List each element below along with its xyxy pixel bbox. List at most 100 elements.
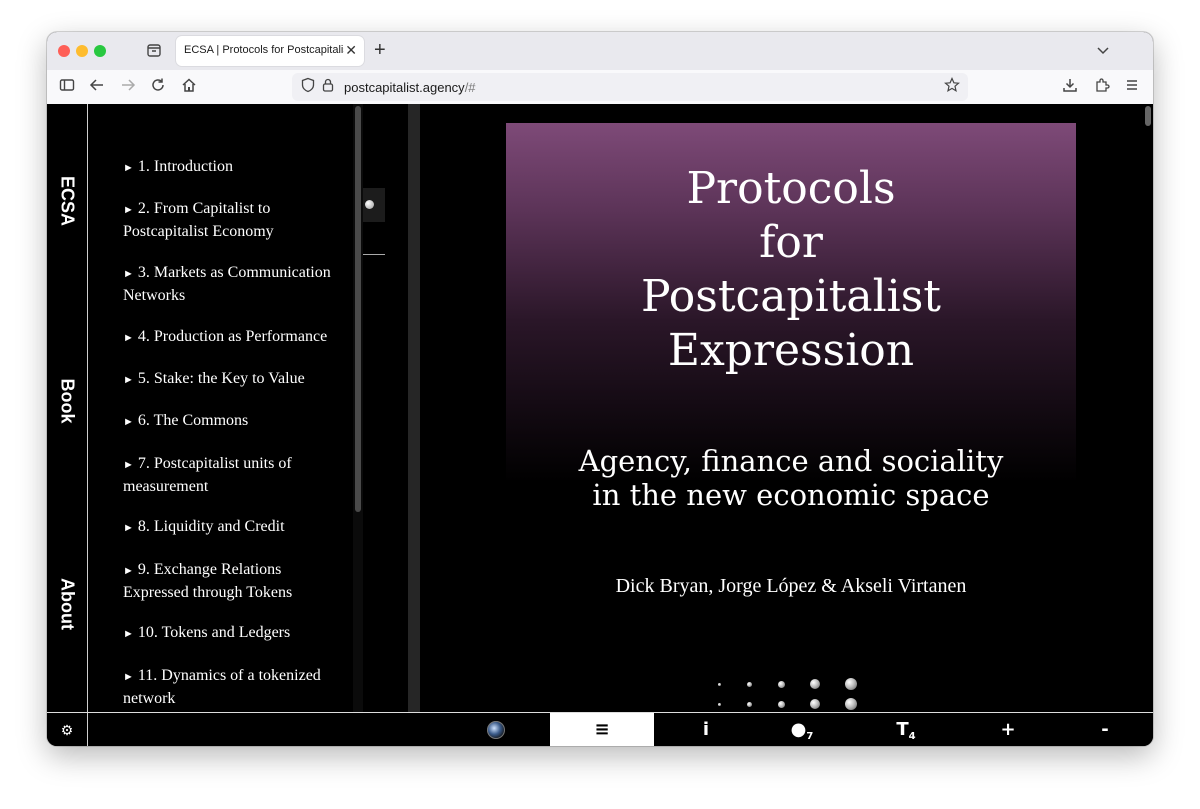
toc-item-label: 9. Exchange Relations Expressed through … [123,561,293,601]
triangle-right-icon: ► [123,374,134,386]
tab-strip: ECSA | Protocols for Postcapitalist E ✕ … [47,32,1153,70]
settings-icon[interactable]: ⚙ [47,713,88,746]
triangle-right-icon: ► [123,162,134,174]
toc-item-label: 1. Introduction [137,158,233,175]
decorative-dot [747,702,752,707]
toc-menu-button[interactable]: ≡ [550,713,654,746]
dot-icon [365,200,374,209]
browser-window: ECSA | Protocols for Postcapitalist E ✕ … [47,32,1153,746]
book-subtitle: Agency, finance and sociality in the new… [506,444,1076,512]
triangle-right-icon: ► [123,565,134,577]
toc-item-label: 6. The Commons [137,412,249,429]
book-title-line: Postcapitalist [640,271,941,322]
triangle-right-icon: ► [123,459,134,471]
url-text[interactable]: postcapitalist.agency/# [344,80,476,95]
table-of-contents: ► 1. Introduction ► 2. From Capitalist to … [88,104,363,712]
toc-item[interactable]: ► 11. Dynamics of a tokenized network [123,665,348,709]
toc-item[interactable]: ► 7. Postcapitalist units of measurement [123,453,348,497]
toc-item-label: 7. Postcapitalist units of measurement [123,455,292,495]
toc-item[interactable]: ► 4. Production as Performance [123,326,348,349]
zoom-in-button[interactable]: + [956,713,1060,746]
forward-arrow-icon[interactable] [118,77,138,97]
shield-icon[interactable] [298,77,318,97]
triangle-right-icon: ► [123,628,134,640]
toc-item[interactable]: ► 5. Stake: the Key to Value [123,368,348,391]
triangle-right-icon: ► [123,522,134,534]
main-scrollbar[interactable] [1142,104,1153,712]
dot-size-value: 7 [806,731,814,742]
toc-item-label: 8. Liquidity and Credit [137,518,285,535]
triangle-right-icon: ► [123,332,134,344]
toc-item-label: 3. Markets as Communication Networks [123,264,331,304]
book-title: Protocols for Postcapitalist Expression [506,162,1076,378]
info-button[interactable]: i [654,713,758,746]
active-tab[interactable]: ECSA | Protocols for Postcapitalist E ✕ [176,36,364,66]
close-window-button[interactable] [58,45,70,57]
dot-size-button[interactable]: ●7 [750,713,854,746]
bookmark-star-icon[interactable] [942,77,962,97]
book-subtitle-line: Agency, finance and sociality [578,444,1004,478]
decorative-dot [810,699,820,709]
toc-item[interactable]: ► 3. Markets as Communication Networks [123,262,348,306]
page-content: ECSA Book About ► 1. Introduction ► 2. Fro… [47,104,1153,746]
left-rail-nav: ECSA Book About [47,104,88,712]
url-bar[interactable]: postcapitalist.agency/# [292,73,968,101]
sidebar-toggle-icon[interactable] [57,77,77,97]
toc-scrollbar-thumb[interactable] [355,106,361,512]
rail-link-book[interactable]: Book [57,379,78,424]
toc-item[interactable]: ► 1. Introduction [123,156,348,179]
zoom-out-button[interactable]: - [1053,713,1153,746]
book-title-line: Expression [667,325,915,376]
triangle-right-icon: ► [123,204,134,216]
toc-item[interactable]: ► 8. Liquidity and Credit [123,516,348,539]
rail-link-about[interactable]: About [57,578,78,630]
pane-divider[interactable] [408,104,420,712]
toc-item[interactable]: ► 2. From Capitalist to Postcapitalist Ec… [123,198,348,242]
url-domain: postcapitalist.agency [344,80,465,95]
lock-icon[interactable] [318,77,338,97]
menu-icon[interactable] [1122,77,1142,97]
toc-item-label: 2. From Capitalist to Postcapitalist Eco… [123,200,274,240]
triangle-right-icon: ► [123,416,134,428]
toc-item-label: 11. Dynamics of a tokenized network [123,667,321,707]
tab-title: ECSA | Protocols for Postcapitalist E [184,44,344,56]
decorative-dot [718,703,721,706]
text-size-value: 4 [908,731,916,742]
dot-icon: ● [790,719,807,740]
main-scrollbar-thumb[interactable] [1145,106,1151,126]
text-icon: T [896,719,909,740]
download-icon[interactable] [1060,77,1080,97]
url-hash: /# [464,80,476,95]
rail-link-ecsa[interactable]: ECSA [57,176,78,226]
orb-icon[interactable] [487,721,505,739]
chevron-down-icon[interactable] [1095,42,1111,58]
decorative-dot-grid [716,674,876,710]
decorative-dot [778,701,785,708]
side-panel-strip [363,104,408,712]
zoom-window-button[interactable] [94,45,106,57]
main-reader: Protocols for Postcapitalist Expression … [420,104,1153,712]
extensions-icon[interactable] [1092,77,1112,97]
toc-item[interactable]: ► 10. Tokens and Ledgers [123,622,348,645]
panel-toggle[interactable] [363,188,385,222]
new-tab-button[interactable]: + [374,39,386,61]
back-arrow-icon[interactable] [87,77,107,97]
book-title-line: Protocols [686,163,896,214]
book-title-line: for [759,217,823,268]
divider [363,254,385,255]
toc-scrollbar[interactable] [353,104,363,712]
toc-item[interactable]: ► 9. Exchange Relations Expressed through… [123,559,348,603]
decorative-dot [778,681,785,688]
text-size-button[interactable]: T4 [854,713,958,746]
reload-icon[interactable] [148,77,168,97]
home-icon[interactable] [179,77,199,97]
minimize-window-button[interactable] [76,45,88,57]
triangle-right-icon: ► [123,268,134,280]
book-authors: Dick Bryan, Jorge López & Akseli Virtane… [615,575,967,597]
toc-item-label: 5. Stake: the Key to Value [137,370,305,387]
toc-item[interactable]: ► 6. The Commons [123,410,348,433]
triangle-right-icon: ► [123,671,134,683]
book-subtitle-line: in the new economic space [592,478,990,512]
tab-overview-icon[interactable] [146,42,162,58]
tab-close-icon[interactable]: ✕ [345,42,357,59]
